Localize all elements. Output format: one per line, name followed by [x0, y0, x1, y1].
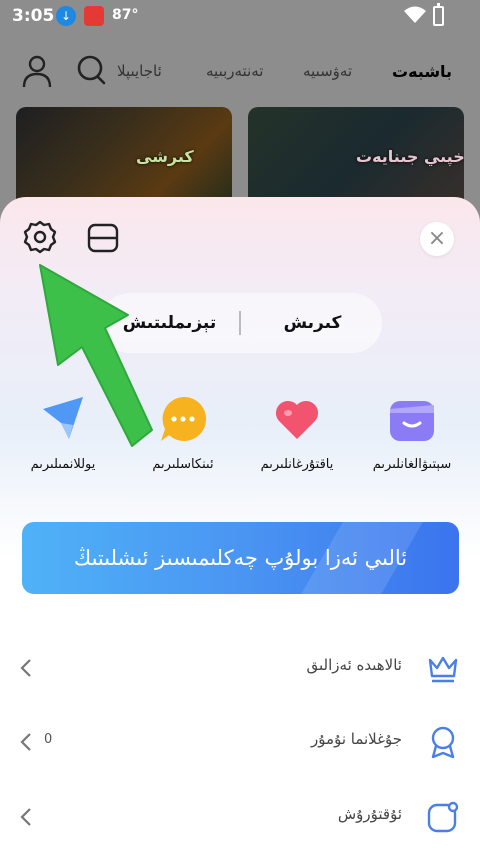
notification-icon	[427, 801, 459, 833]
top-nav: ئاجايىپلا تەنتەربىيە تەۋسىيە باشبەت	[0, 44, 480, 96]
tab-recommend[interactable]: تەۋسىيە	[303, 62, 352, 80]
app-notification-icon	[84, 6, 104, 26]
chevron-left-icon	[20, 808, 31, 826]
vip-banner[interactable]: ئالىي ئەزا بولۇپ چەكلىمىسىز ئىشلىتىڭ	[22, 522, 459, 594]
tab-amazing[interactable]: ئاجايىپلا	[117, 62, 162, 80]
pill-divider	[239, 311, 241, 335]
wifi-icon	[404, 6, 426, 23]
gear-icon[interactable]	[22, 219, 58, 255]
user-icon[interactable]	[22, 54, 52, 88]
menu-row-points[interactable]: 0 جۇغلانما نۇمۇر	[0, 714, 480, 770]
quick-action-label: سېتىۋالغانلىرىم	[372, 457, 452, 472]
quick-action-label: يوللانمىلىرىم	[30, 457, 96, 472]
chevron-left-icon	[20, 659, 31, 677]
row-label: جۇغلانما نۇمۇر	[311, 730, 402, 748]
comment-icon	[161, 396, 207, 441]
status-temperature: 87°	[112, 7, 139, 23]
send-icon	[43, 397, 83, 439]
row-label: ئۇقتۇرۇش	[337, 805, 402, 823]
row-label: ئالاھىدە ئەزالىق	[306, 656, 402, 674]
vip-banner-text: ئالىي ئەزا بولۇپ چەكلىمىسىز ئىشلىتىڭ	[73, 546, 408, 570]
crown-icon	[428, 656, 458, 683]
quick-action-label: ياقتۇرغانلىرىم	[260, 457, 334, 472]
quick-action-posts[interactable]: يوللانمىلىرىم	[8, 395, 118, 485]
close-icon[interactable]: ×	[420, 222, 454, 256]
video-card-title: كىرشى	[136, 147, 194, 166]
tab-home[interactable]: باشبەت	[392, 62, 452, 81]
quick-action-label: ئىنكاسلىرىم	[152, 457, 214, 472]
menu-row-notifications[interactable]: ئۇقتۇرۇش	[0, 789, 480, 845]
quick-action-comments[interactable]: ئىنكاسلىرىم	[128, 395, 238, 485]
scan-icon[interactable]	[86, 221, 120, 255]
register-button[interactable]: تېزىملىتىش	[100, 293, 239, 353]
menu-row-vip[interactable]: ئالاھىدە ئەزالىق	[0, 640, 480, 696]
status-bar: 3:05 ↓ 87°	[0, 0, 480, 32]
row-count: 0	[44, 732, 53, 747]
chevron-left-icon	[20, 733, 31, 751]
login-button[interactable]: كىرىش	[243, 293, 382, 353]
account-sheet: × تېزىملىتىش كىرىش يوللانمىلىرىم ئىنكاسل…	[0, 197, 480, 853]
battery-icon	[433, 3, 444, 26]
quick-action-purchases[interactable]: سېتىۋالغانلىرىم	[357, 395, 467, 485]
medal-icon	[431, 726, 455, 759]
auth-pill: تېزىملىتىش كىرىش	[100, 293, 382, 353]
purchase-icon	[390, 401, 434, 441]
download-icon: ↓	[56, 6, 76, 26]
status-time: 3:05	[12, 6, 55, 26]
search-icon[interactable]	[76, 54, 106, 86]
heart-icon	[275, 400, 319, 439]
video-card-title: مەخپىي جىنايەت	[356, 147, 464, 166]
tab-sports[interactable]: تەنتەربىيە	[206, 62, 263, 80]
quick-action-likes[interactable]: ياقتۇرغانلىرىم	[242, 395, 352, 485]
